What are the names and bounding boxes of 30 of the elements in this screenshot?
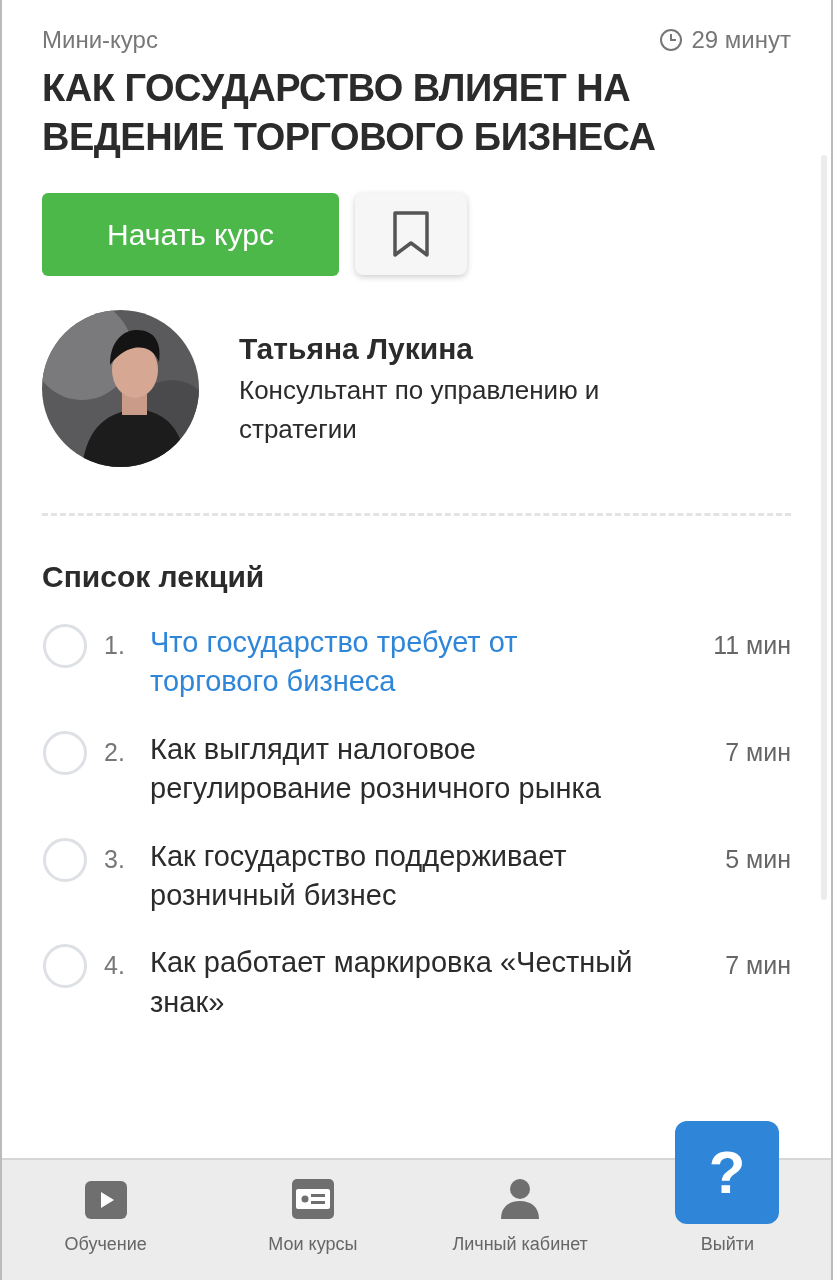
person-icon [501,1179,540,1219]
nav-item[interactable]: Обучение [60,1181,151,1258]
bookmark-icon [392,209,430,258]
lecture-number: 4. [103,950,126,982]
lecture-link[interactable]: Что государство требует от торгового бизнеса [150,622,714,702]
start-course-button[interactable]: Начать курс [42,192,339,276]
lecture-duration: 7 мин [725,950,791,982]
author-name: Татьяна Лукина [239,330,475,367]
course-category: Мини-курс [42,25,158,55]
lecture-duration: 11 мин [713,629,791,661]
clock-icon [659,28,684,52]
lecture-number: 2. [103,736,126,768]
lecture-duration: 7 мин [725,736,791,768]
course-title: КАК ГОСУДАРСТВО ВЛИЯЕТ НА ВЕДЕНИЕ ТОРГОВОГО БИЗНЕСА [42,66,657,161]
nav-item[interactable]: Выйти [696,1231,758,1258]
author-role: Консультант по управлению и стратегии [239,373,601,446]
help-button[interactable]: ? [675,1121,779,1224]
nav-item[interactable]: Личный кабинет [448,1179,592,1258]
lecture-link[interactable]: Как выглядит налоговое регулирование розничного рынка [150,729,726,809]
lecture-link[interactable]: Как работает маркировка «Честный знак» [150,943,726,1023]
lecture-number: 3. [103,843,126,875]
section-heading: Список лекций [42,558,266,595]
lecture-link[interactable]: Как государство поддерживает розничный бизнес [150,836,726,916]
lecture-duration: 5 мин [725,843,791,875]
course-duration: 29 минут [691,25,791,55]
bookmark-button[interactable] [355,192,467,275]
play-icon [84,1181,127,1219]
id-card-icon [291,1179,334,1219]
lecture-number: 1. [103,629,126,661]
nav-item[interactable]: Мои курсы [264,1179,362,1258]
